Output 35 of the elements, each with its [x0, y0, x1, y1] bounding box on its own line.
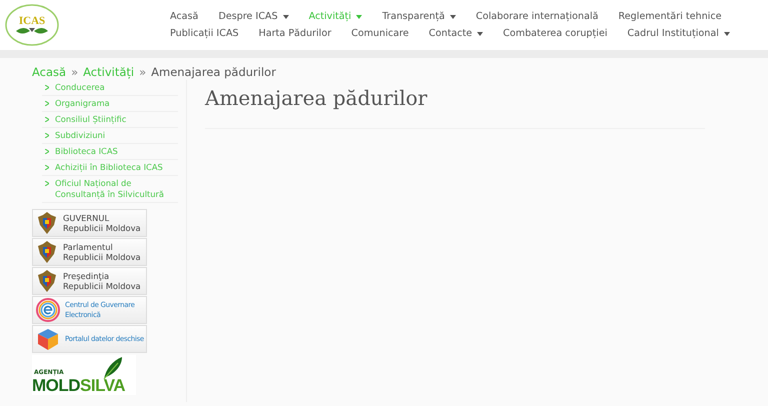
nav-link[interactable]: Acasă	[160, 10, 208, 23]
caret-icon	[477, 32, 484, 36]
breadcrumb-separator: »	[139, 65, 146, 79]
chevron-icon	[45, 85, 49, 90]
chevron-icon	[45, 101, 49, 106]
caret-icon	[450, 14, 456, 18]
coat-of-arms-icon	[36, 211, 58, 235]
nav-link[interactable]: Harta Pădurilor	[248, 27, 342, 40]
nav-link[interactable]: Contacte	[418, 27, 494, 40]
nav-link[interactable]: Comunicare	[341, 27, 419, 40]
coat-of-arms-icon	[36, 269, 58, 293]
caret-icon	[724, 32, 730, 36]
nav-link[interactable]: Reglementări tehnice	[608, 10, 732, 23]
nav-link[interactable]: Colaborare internațională	[466, 10, 608, 23]
chevron-icon	[45, 149, 49, 154]
coat-of-arms-icon	[36, 240, 58, 264]
chevron-icon	[45, 181, 49, 186]
breadcrumb-separator: »	[71, 65, 78, 79]
link-banner[interactable]: Preşedinţia Republicii Moldova	[32, 267, 147, 295]
link-banner[interactable]: Parlamentul Republicii Moldova	[32, 238, 147, 266]
caret-icon	[282, 14, 289, 18]
nav-link[interactable]: Cadrul Instituțional	[617, 27, 740, 40]
cube-icon	[36, 327, 60, 351]
chevron-icon	[45, 117, 49, 122]
chevron-icon	[45, 165, 49, 170]
nav-link[interactable]: Combaterea corupției	[493, 27, 618, 40]
nav-link[interactable]: Publicații ICAS	[160, 27, 249, 40]
breadcrumb-current: Amenajarea pădurilor	[151, 65, 276, 79]
nav-link[interactable]: Transparență	[372, 10, 466, 23]
nav-link[interactable]: Despre ICAS	[208, 10, 299, 23]
caret-icon	[356, 14, 362, 18]
e-letter-icon	[36, 298, 60, 322]
link-banner[interactable]: GUVERNUL Republicii Moldova	[32, 209, 147, 237]
chevron-icon	[45, 133, 49, 138]
page-title: Amenajarea pădurilor	[205, 86, 705, 129]
